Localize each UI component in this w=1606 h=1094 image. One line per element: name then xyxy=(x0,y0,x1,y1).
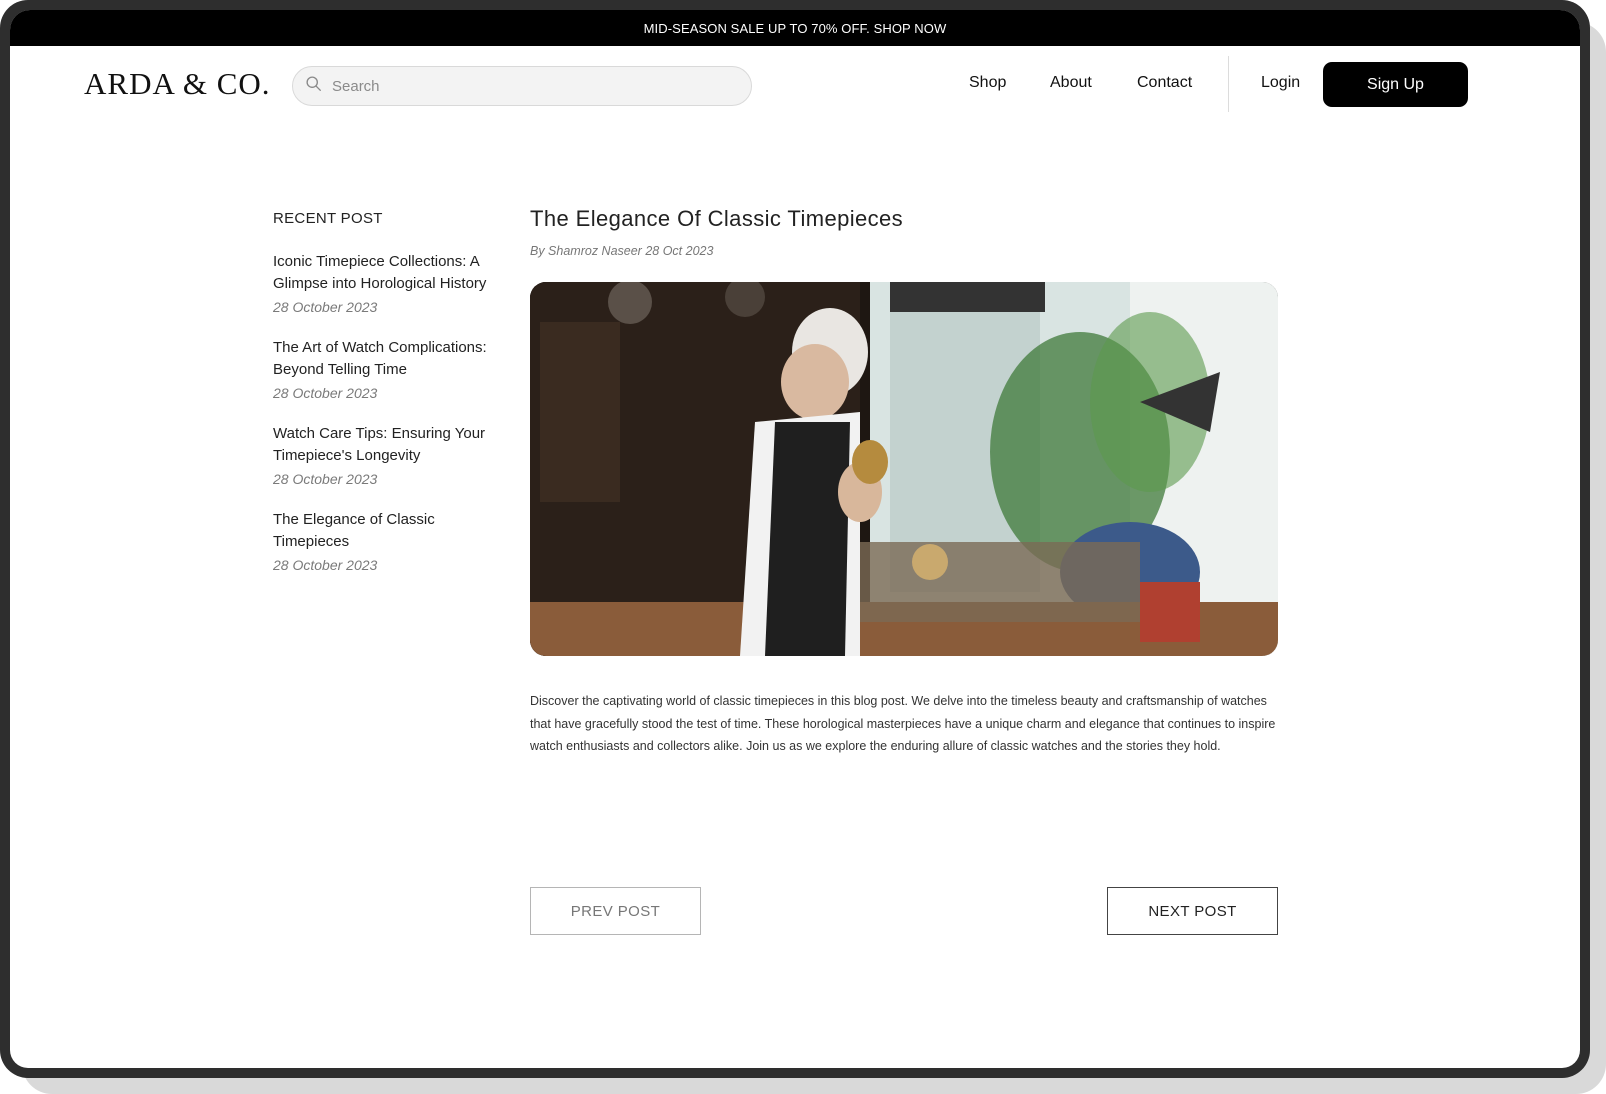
nav-contact[interactable]: Contact xyxy=(1137,74,1192,92)
nav-divider xyxy=(1228,56,1229,112)
browser-screen: MID-SEASON SALE UP TO 70% OFF. SHOP NOW … xyxy=(10,10,1580,1068)
recent-post-date: 28 October 2023 xyxy=(273,385,378,401)
nav-shop[interactable]: Shop xyxy=(969,74,1006,92)
search-input[interactable] xyxy=(332,77,732,95)
recent-post-item[interactable]: The Elegance of Classic Timepieces 28 Oc… xyxy=(273,509,513,573)
brand-logo[interactable]: ARDA & CO. xyxy=(84,66,271,102)
article-hero-image xyxy=(530,282,1278,656)
recent-post-title[interactable]: Iconic Timepiece Collections: A Glimpse … xyxy=(273,251,513,295)
recent-post-title[interactable]: The Art of Watch Complications: Beyond T… xyxy=(273,337,513,381)
recent-post-date: 28 October 2023 xyxy=(273,471,378,487)
recent-post-title[interactable]: Watch Care Tips: Ensuring Your Timepiece… xyxy=(273,423,513,467)
promo-banner[interactable]: MID-SEASON SALE UP TO 70% OFF. SHOP NOW xyxy=(10,10,1580,46)
login-link[interactable]: Login xyxy=(1261,74,1300,92)
search-icon xyxy=(305,75,322,97)
recent-post-date: 28 October 2023 xyxy=(273,299,378,315)
promo-text[interactable]: MID-SEASON SALE UP TO 70% OFF. SHOP NOW xyxy=(644,21,947,36)
site-header: ARDA & CO. Shop About Contact Login Sign… xyxy=(10,46,1580,158)
article-body: Discover the captivating world of classi… xyxy=(530,694,1276,753)
article-title: The Elegance Of Classic Timepieces xyxy=(530,206,904,231)
blog-article: The Elegance Of Classic Timepieces By Sh… xyxy=(530,206,1278,758)
article-byline: By Shamroz Naseer 28 Oct 2023 xyxy=(530,244,714,258)
device-frame: MID-SEASON SALE UP TO 70% OFF. SHOP NOW … xyxy=(0,0,1590,1078)
next-post-button[interactable]: NEXT POST xyxy=(1107,887,1278,935)
recent-post-item[interactable]: The Art of Watch Complications: Beyond T… xyxy=(273,337,513,401)
nav-about[interactable]: About xyxy=(1050,74,1092,92)
signup-button[interactable]: Sign Up xyxy=(1323,62,1468,107)
recent-posts-sidebar: RECENT POST Iconic Timepiece Collections… xyxy=(273,210,513,573)
recent-post-date: 28 October 2023 xyxy=(273,557,378,573)
recent-post-item[interactable]: Iconic Timepiece Collections: A Glimpse … xyxy=(273,251,513,315)
recent-posts-heading: RECENT POST xyxy=(273,210,383,227)
prev-post-button[interactable]: PREV POST xyxy=(530,887,701,935)
recent-post-title[interactable]: The Elegance of Classic Timepieces xyxy=(273,509,513,553)
recent-post-item[interactable]: Watch Care Tips: Ensuring Your Timepiece… xyxy=(273,423,513,487)
search-bar[interactable] xyxy=(292,66,752,106)
